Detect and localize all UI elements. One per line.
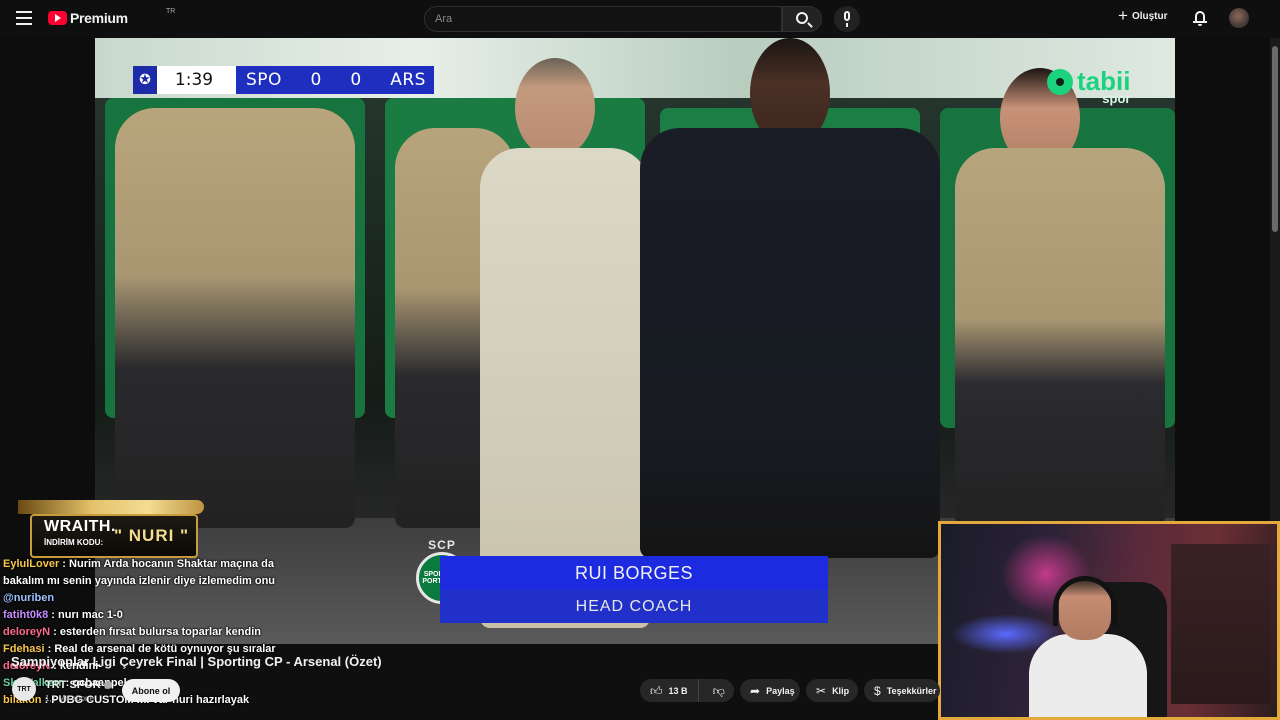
video-title: Şampiyonlar Ligi Çeyrek Final | Sporting… (11, 654, 382, 669)
like-dislike-group: 👍︎ 13 B 👎︎ (640, 679, 734, 702)
match-clock: 1:39 (157, 66, 231, 94)
away-score: 0 (350, 70, 362, 90)
chat-message: deloreyN : esterden fırsat bulursa topar… (3, 626, 261, 638)
sponsor-code-label: İNDİRİM KODU: (44, 538, 104, 547)
home-score: 0 (310, 70, 322, 90)
broadcaster-logo: tabii spor (1047, 66, 1130, 106)
clip-button[interactable]: ✂ Klip (806, 679, 858, 702)
voice-search-button[interactable] (834, 6, 860, 32)
chat-message: bakalım mı senin yayında izlenir diye iz… (3, 575, 276, 587)
lower-third: RUI BORGES HEAD COACH (440, 556, 828, 623)
account-avatar[interactable] (1229, 8, 1249, 28)
sponsor-brand: WRAITH. (44, 518, 116, 535)
scorebug: ✪ 1:39 SPO 0 0 ARS (133, 66, 434, 94)
channel-avatar[interactable]: TRT (12, 677, 36, 701)
away-team: ARS (390, 70, 426, 90)
chat-message: @nuriben (3, 592, 55, 604)
chat-message: fatiht0k8 : nurı mac 1-0 (3, 609, 123, 621)
youtube-logo-icon (48, 11, 67, 25)
sponsor-code: " NURI " (114, 526, 190, 545)
search-input[interactable] (425, 7, 781, 31)
share-icon: ➦ (750, 683, 761, 698)
thanks-icon: $ (874, 683, 881, 698)
dislike-button[interactable]: 👎︎ (705, 679, 733, 702)
thanks-label: Teşekkürler (886, 685, 937, 696)
clip-icon: ✂ (816, 683, 827, 698)
mic-icon (844, 11, 850, 21)
sponsor-banner: WRAITH. İNDİRİM KODU: " NURI " (8, 480, 204, 560)
webcam-overlay (938, 521, 1280, 720)
score: SPO 0 0 ARS (236, 66, 434, 94)
sword-icon (18, 500, 204, 514)
club-code: SCP (428, 538, 456, 552)
top-bar: Premium TR + Oluştur (0, 0, 1280, 38)
share-label: Paylaş (766, 685, 795, 696)
plus-icon: + (1118, 6, 1128, 25)
region-code: TR (166, 8, 176, 15)
like-icon: 👍︎ (650, 683, 663, 698)
home-team: SPO (246, 70, 282, 90)
clip-label: Klip (832, 685, 850, 696)
verified-icon (103, 681, 112, 690)
create-label: Oluştur (1131, 10, 1168, 22)
menu-icon[interactable] (16, 11, 32, 25)
coach-role: HEAD COACH (440, 590, 828, 623)
dislike-icon: 👎︎ (712, 683, 725, 698)
tabii-flower-icon (1047, 68, 1073, 95)
share-button[interactable]: ➦ Paylaş (740, 679, 800, 702)
like-button[interactable]: 👍︎ 13 B (640, 679, 699, 702)
notifications-button[interactable] (1193, 10, 1207, 26)
subscriber-count: 1,1 Mn abone (45, 694, 94, 703)
broadcaster-sub: spor (1102, 91, 1131, 106)
subscribe-button[interactable]: Abone ol (122, 679, 180, 702)
search-icon (796, 12, 808, 24)
champions-league-icon: ✪ (133, 66, 157, 94)
like-count: 13 B (668, 685, 688, 696)
chat-message: EylulLover : Nurim Arda hocanın Shaktar … (3, 558, 275, 570)
channel-name[interactable]: TRT SPOR (45, 679, 112, 691)
youtube-logo[interactable]: Premium TR (48, 8, 175, 26)
create-button[interactable]: + Oluştur (1118, 6, 1168, 25)
coach-name: RUI BORGES (440, 556, 828, 590)
thanks-button[interactable]: $ Teşekkürler (864, 679, 940, 702)
search-button[interactable] (782, 6, 822, 32)
logo-text: Premium (70, 10, 128, 26)
search-box (424, 6, 782, 32)
